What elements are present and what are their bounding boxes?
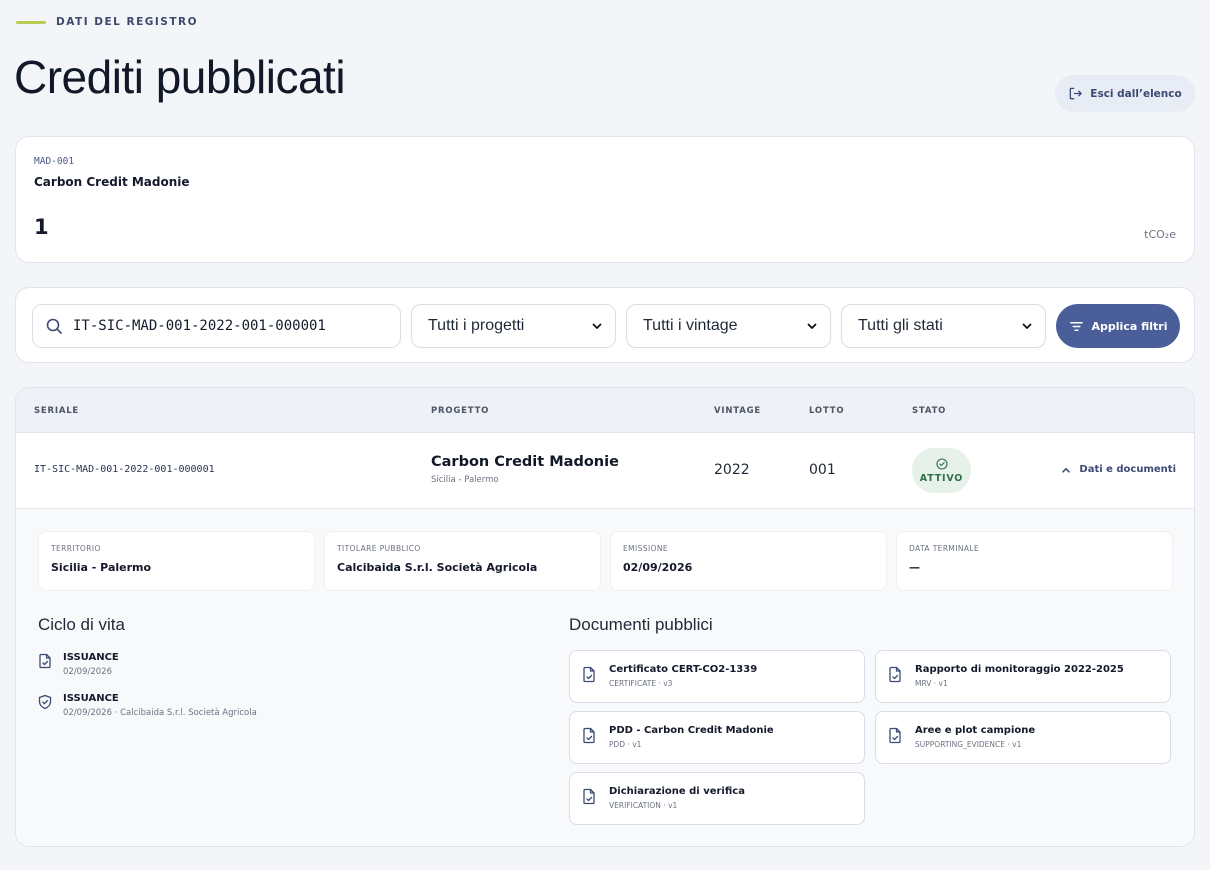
status-select-value: Tutti gli stati: [858, 317, 943, 334]
credit-project-location: Sicilia - Palermo: [431, 475, 499, 485]
document-subtitle: MRV · v1: [915, 679, 948, 688]
detail-field-value: Calcibaida S.r.l. Società Agricola: [337, 561, 538, 574]
project-select[interactable]: Tutti i progetti: [411, 304, 616, 348]
document-title: Certificato CERT-CO2-1339: [609, 664, 758, 675]
column-header-lot: LOTTO: [809, 406, 845, 416]
detail-field-label: TERRITORIO: [51, 544, 101, 553]
status-badge-label: ATTIVO: [919, 472, 964, 484]
status-select[interactable]: Tutti gli stati: [841, 304, 1046, 348]
column-header-vintage: VINTAGE: [714, 406, 761, 416]
credit-count: 1: [34, 215, 49, 239]
search-input[interactable]: [73, 318, 373, 334]
credit-unit: tCO₂e: [1144, 228, 1176, 241]
column-header-serial: SERIALE: [34, 406, 80, 416]
document-title: Dichiarazione di verifica: [609, 786, 745, 797]
document-subtitle: PDD · v1: [609, 740, 642, 749]
apply-filters-label: Applica filtri: [1091, 319, 1168, 333]
vintage-select[interactable]: Tutti i vintage: [626, 304, 831, 348]
credit-project-name: Carbon Credit Madonie: [431, 454, 619, 470]
document-subtitle: SUPPORTING_EVIDENCE · v1: [915, 740, 1022, 749]
credits-table: SERIALE PROGETTO VINTAGE LOTTO STATO IT-…: [15, 387, 1195, 847]
detail-field-value: —: [909, 561, 920, 574]
toggle-details-link[interactable]: Dati e documenti: [1061, 464, 1176, 475]
document-icon: [583, 727, 595, 744]
shield-check-icon: [38, 694, 52, 710]
detail-field-value: Sicilia - Palermo: [51, 561, 152, 574]
filters-bar: Tutti i progetti Tutti i vintage Tutti g…: [15, 287, 1195, 363]
filter-icon: [1069, 321, 1083, 331]
document-card[interactable]: Rapporto di monitoraggio 2022-2025 MRV ·…: [875, 650, 1171, 703]
document-card[interactable]: Dichiarazione di verifica VERIFICATION ·…: [569, 772, 865, 825]
document-title: Rapporto di monitoraggio 2022-2025: [915, 664, 1124, 675]
lifecycle-item-title: ISSUANCE: [63, 652, 119, 663]
lifecycle-item: ISSUANCE 02/09/2026: [38, 652, 119, 677]
detail-field-label: TITOLARE PUBBLICO: [337, 544, 421, 553]
document-icon: [889, 666, 901, 683]
document-card[interactable]: Certificato CERT-CO2-1339 CERTIFICATE · …: [569, 650, 865, 703]
detail-field-value: 02/09/2026: [623, 561, 693, 574]
lifecycle-title: Ciclo di vita: [38, 615, 125, 634]
toggle-details-label: Dati e documenti: [1079, 464, 1176, 475]
document-subtitle: VERIFICATION · v1: [609, 801, 678, 810]
lifecycle-item-subtitle: 02/09/2026: [63, 667, 112, 677]
document-subtitle: CERTIFICATE · v3: [609, 679, 673, 688]
search-field[interactable]: [32, 304, 401, 348]
detail-field-end-date: DATA TERMINALE —: [896, 531, 1173, 591]
credit-lot: 001: [809, 462, 836, 478]
table-header: SERIALE PROGETTO VINTAGE LOTTO STATO: [16, 388, 1194, 433]
chevron-up-icon: [1062, 467, 1071, 473]
document-check-icon: [39, 653, 51, 669]
documents-title: Documenti pubblici: [569, 615, 713, 634]
vintage-select-value: Tutti i vintage: [643, 317, 738, 334]
table-row[interactable]: IT-SIC-MAD-001-2022-001-000001 Carbon Cr…: [16, 433, 1194, 509]
page-eyebrow: DATI DEL REGISTRO: [16, 16, 198, 28]
lifecycle-item-title: ISSUANCE: [63, 693, 119, 704]
lifecycle-item-subtitle: 02/09/2026 · Calcibaida S.r.l. Società A…: [63, 708, 257, 718]
document-card[interactable]: Aree e plot campione SUPPORTING_EVIDENCE…: [875, 711, 1171, 764]
project-summary-card: MAD-001 Carbon Credit Madonie 1 tCO₂e: [15, 136, 1195, 263]
check-circle-icon: [935, 457, 948, 470]
page-title: Crediti pubblicati: [14, 51, 346, 103]
detail-field-issuance: EMISSIONE 02/09/2026: [610, 531, 887, 591]
eyebrow-accent-line: [16, 20, 46, 24]
chevron-down-icon: [1022, 323, 1032, 329]
exit-list-button[interactable]: Esci dall’elenco: [1055, 75, 1195, 112]
document-card[interactable]: PDD - Carbon Credit Madonie PDD · v1: [569, 711, 865, 764]
detail-field-label: EMISSIONE: [623, 544, 669, 553]
column-header-project: PROGETTO: [431, 406, 490, 416]
eyebrow-label: DATI DEL REGISTRO: [56, 16, 199, 28]
document-icon: [583, 666, 595, 683]
exit-list-label: Esci dall’elenco: [1090, 87, 1182, 100]
document-icon: [583, 788, 595, 805]
credit-vintage: 2022: [714, 462, 750, 478]
credit-serial: IT-SIC-MAD-001-2022-001-000001: [34, 464, 215, 475]
document-icon: [889, 727, 901, 744]
search-icon: [46, 318, 62, 334]
project-name: Carbon Credit Madonie: [34, 175, 190, 189]
document-title: PDD - Carbon Credit Madonie: [609, 725, 774, 736]
credit-project: Carbon Credit Madonie Sicilia - Palermo: [431, 454, 619, 485]
chevron-down-icon: [807, 323, 817, 329]
document-title: Aree e plot campione: [915, 725, 1036, 736]
column-header-status: STATO: [912, 406, 947, 416]
logout-icon: [1069, 87, 1083, 100]
status-badge: ATTIVO: [912, 448, 971, 493]
project-code: MAD-001: [34, 156, 75, 167]
apply-filters-button[interactable]: Applica filtri: [1056, 304, 1180, 348]
chevron-down-icon: [592, 323, 602, 329]
project-select-value: Tutti i progetti: [428, 317, 525, 334]
lifecycle-item: ISSUANCE 02/09/2026 · Calcibaida S.r.l. …: [38, 693, 257, 718]
credit-detail-panel: TERRITORIO Sicilia - Palermo TITOLARE PU…: [16, 509, 1194, 846]
detail-field-territory: TERRITORIO Sicilia - Palermo: [38, 531, 315, 591]
detail-field-holder: TITOLARE PUBBLICO Calcibaida S.r.l. Soci…: [324, 531, 601, 591]
detail-field-label: DATA TERMINALE: [909, 544, 980, 553]
